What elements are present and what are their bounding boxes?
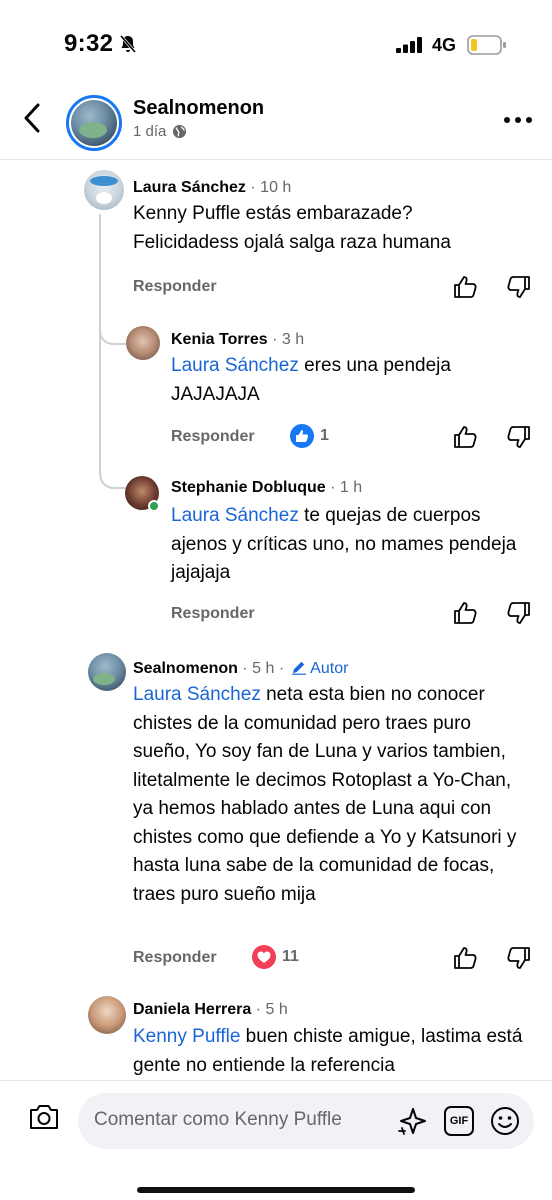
comment-header: Stephanie Dobluque · 1 h	[171, 479, 362, 497]
thumbs-up-icon[interactable]	[452, 945, 478, 971]
comment-time: · 5 h	[255, 1001, 288, 1018]
page-name[interactable]: Sealnomenon	[133, 97, 264, 120]
status-bar: 9:32 4G	[0, 0, 552, 88]
reaction-summary[interactable]: 1	[290, 424, 329, 448]
avatar[interactable]	[88, 653, 126, 691]
avatar[interactable]	[126, 326, 160, 360]
comment-text: Laura Sánchez eres una pendeja JAJAJAJA	[171, 355, 451, 405]
thumbs-up-icon[interactable]	[452, 424, 478, 450]
comment-header: Daniela Herrera · 5 h	[133, 1001, 288, 1019]
avatar[interactable]	[84, 170, 124, 210]
comment-text: Kenny Puffle estás embarazade? Felicidad…	[133, 203, 451, 253]
post-time: 1 día	[133, 123, 167, 140]
like-reaction-icon	[290, 424, 314, 448]
comment-text: Laura Sánchez neta esta bien no conocer …	[133, 684, 517, 905]
back-arrow-icon[interactable]	[18, 102, 48, 134]
page-avatar[interactable]	[66, 95, 122, 151]
status-time: 9:32	[64, 30, 114, 57]
battery-low-icon	[467, 35, 506, 55]
globe-icon	[173, 124, 187, 139]
comment-text: Kenny Puffle buen chiste amigue, lastima…	[133, 1026, 523, 1076]
comment-time: · 10 h	[250, 179, 292, 196]
comment-author[interactable]: Daniela Herrera	[133, 1001, 251, 1018]
comment-author[interactable]: Laura Sánchez	[133, 179, 246, 196]
sparkle-sticker-icon[interactable]	[396, 1106, 430, 1138]
pencil-icon	[291, 661, 306, 675]
gif-label: GIF	[449, 1115, 469, 1127]
bell-slash-icon	[119, 35, 137, 53]
network-label: 4G	[432, 35, 457, 55]
post-header: Sealnomenon 1 día	[0, 88, 552, 160]
reaction-summary[interactable]: 11	[252, 945, 299, 969]
comment-header: Sealnomenon · 5 h · Autor	[133, 659, 348, 678]
thumbs-down-icon[interactable]	[506, 274, 532, 300]
comment-header: Kenia Torres · 3 h	[171, 331, 304, 349]
avatar[interactable]	[88, 996, 126, 1034]
post-meta: 1 día	[133, 123, 187, 140]
home-indicator	[137, 1187, 415, 1193]
thumbs-down-icon[interactable]	[506, 945, 532, 971]
comment-author[interactable]: Kenia Torres	[171, 331, 268, 348]
reply-button[interactable]: Responder	[171, 605, 255, 623]
comment-composer-bar: Comentar como Kenny Puffle GIF	[0, 1080, 552, 1200]
comment-author[interactable]: Sealnomenon	[133, 660, 238, 677]
comment-header: Laura Sánchez · 10 h	[133, 179, 291, 197]
thumbs-down-icon[interactable]	[506, 424, 532, 450]
mention-link[interactable]: Laura Sánchez	[133, 684, 261, 705]
comment-time: · 3 h	[272, 331, 305, 348]
comment-input[interactable]: Comentar como Kenny Puffle GIF	[78, 1093, 534, 1149]
reply-button[interactable]: Responder	[133, 278, 217, 296]
love-reaction-icon	[252, 945, 276, 969]
online-indicator	[148, 500, 160, 512]
comment-time: · 5 h ·	[242, 660, 285, 677]
reaction-count: 11	[282, 948, 299, 965]
thread-branch	[99, 300, 126, 345]
thumbs-down-icon[interactable]	[506, 600, 532, 626]
emoji-icon[interactable]	[490, 1106, 520, 1136]
mention-link[interactable]: Laura Sánchez	[171, 355, 299, 376]
signal-icon	[396, 37, 422, 53]
reaction-count: 1	[320, 427, 329, 444]
comment-time: · 1 h	[330, 479, 363, 496]
more-options-icon[interactable]	[503, 116, 533, 124]
author-badge: Autor	[310, 660, 349, 677]
reply-button[interactable]: Responder	[171, 428, 255, 446]
camera-icon[interactable]	[28, 1103, 60, 1131]
mention-link[interactable]: Laura Sánchez	[171, 505, 299, 526]
comment-placeholder: Comentar como Kenny Puffle	[94, 1109, 342, 1130]
reply-button[interactable]: Responder	[133, 949, 217, 967]
gif-button[interactable]: GIF	[444, 1106, 474, 1136]
comment-text: Laura Sánchez te quejas de cuerpos ajeno…	[171, 505, 517, 583]
thumbs-up-icon[interactable]	[452, 600, 478, 626]
comment-author[interactable]: Stephanie Dobluque	[171, 479, 326, 496]
thumbs-up-icon[interactable]	[452, 274, 478, 300]
mention-link[interactable]: Kenny Puffle	[133, 1026, 240, 1047]
thread-branch	[99, 440, 126, 489]
